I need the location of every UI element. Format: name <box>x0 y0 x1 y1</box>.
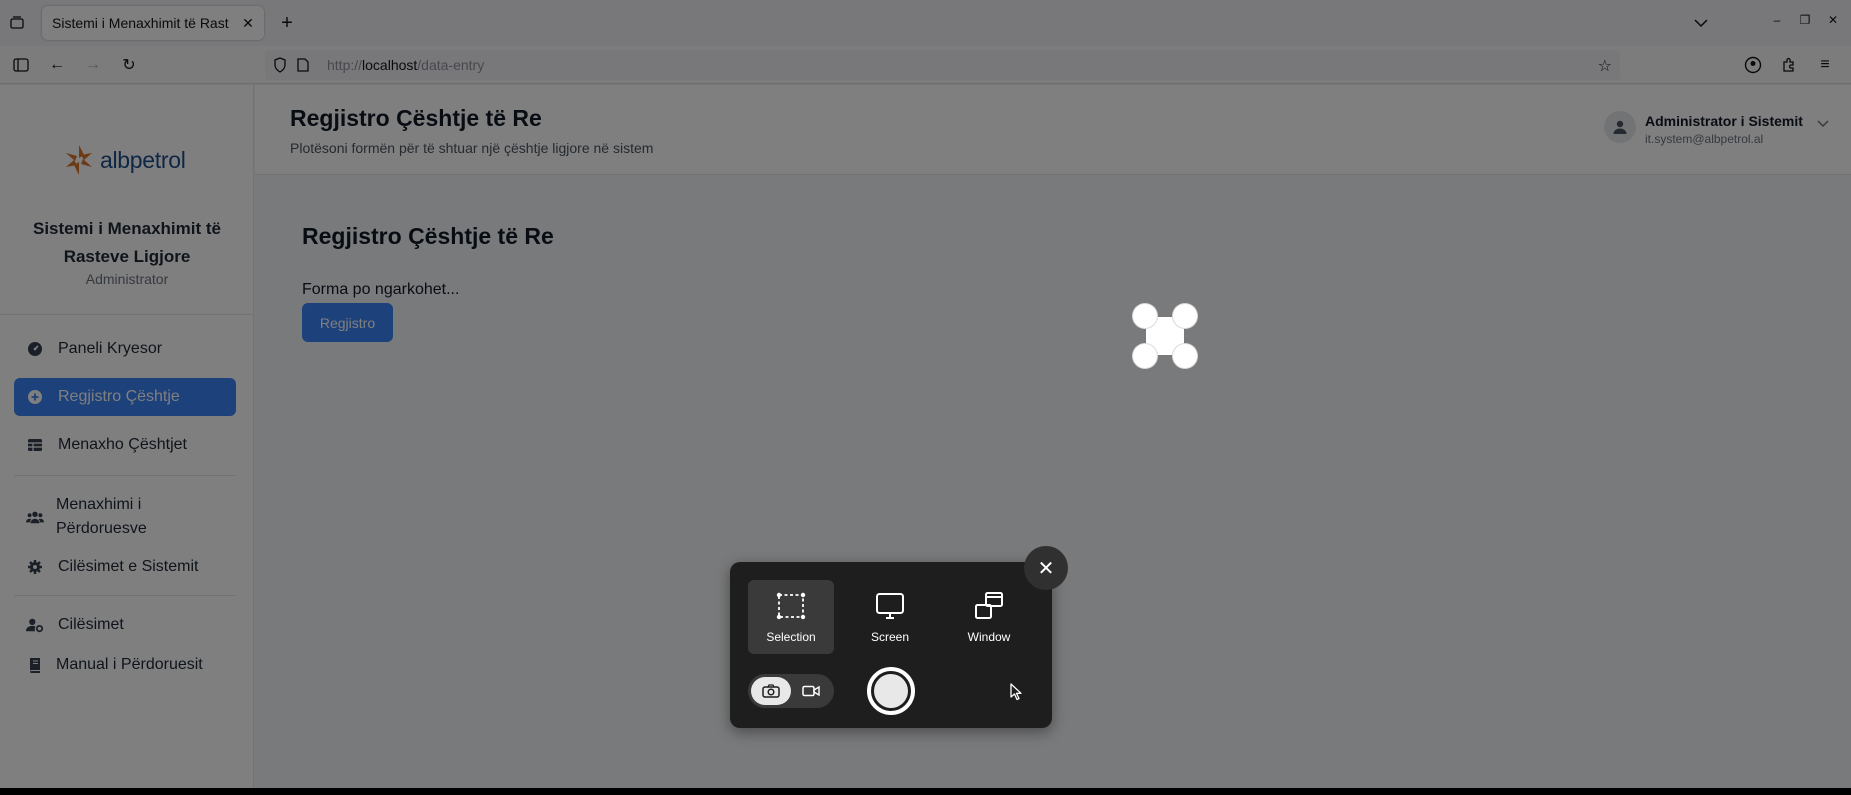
screenshot-toolbar: Selection Screen Window <box>730 562 1052 728</box>
selection-mode-button[interactable]: Selection <box>748 580 834 654</box>
window-icon <box>975 592 1003 619</box>
selection-corner-handle[interactable] <box>1172 343 1198 369</box>
selection-corner-handle[interactable] <box>1132 303 1158 329</box>
mode-label: Window <box>967 630 1011 644</box>
capture-button[interactable] <box>867 667 915 715</box>
mode-label: Screen <box>870 630 910 644</box>
screencast-option[interactable] <box>791 677 831 705</box>
screenshot-option[interactable] <box>751 677 791 705</box>
pointer-icon <box>1010 683 1022 701</box>
camera-icon <box>762 684 780 698</box>
selection-corner-handle[interactable] <box>1172 303 1198 329</box>
selection-icon <box>776 592 806 620</box>
close-screenshot-icon[interactable]: ✕ <box>1024 546 1068 590</box>
video-camera-icon <box>802 685 820 697</box>
screen-bottom-edge <box>0 788 1851 795</box>
mode-label: Selection <box>766 630 816 644</box>
screen-mode-button[interactable]: Screen <box>847 580 933 654</box>
capture-type-toggle[interactable] <box>748 674 834 708</box>
window-mode-button[interactable]: Window <box>946 580 1032 654</box>
capture-button-inner <box>874 674 908 708</box>
selection-handle[interactable] <box>1132 303 1198 369</box>
show-pointer-toggle[interactable] <box>1002 678 1030 706</box>
selection-corner-handle[interactable] <box>1132 343 1158 369</box>
monitor-icon <box>876 593 904 619</box>
